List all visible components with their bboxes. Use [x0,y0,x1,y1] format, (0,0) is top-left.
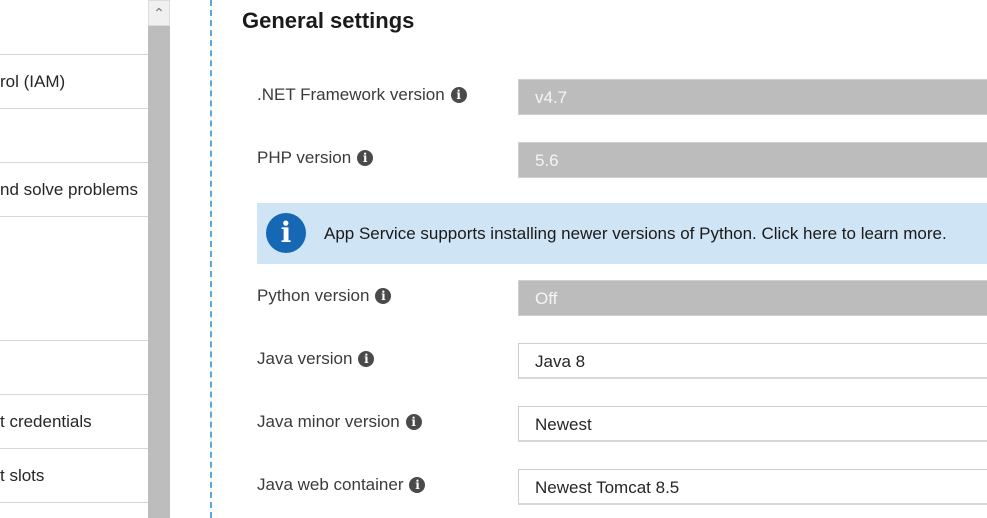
info-circle-icon: i [266,213,306,253]
label-text: Python version [257,286,370,305]
info-icon[interactable]: i [450,87,467,103]
label-text: Java web container [257,475,404,494]
label-text: PHP version [257,148,352,167]
nav-item[interactable] [0,341,148,395]
info-icon[interactable]: i [405,414,422,430]
info-icon[interactable]: i [409,477,426,493]
info-icon[interactable]: i [375,288,392,304]
nav-item-label: t slots [0,465,45,485]
python-info-banner[interactable]: i App Service supports installing newer … [257,203,987,264]
nav-item-label: nd solve problems [0,179,138,199]
scroll-up-button[interactable]: ⌃ [148,0,170,26]
java-version-label: Java version i [257,349,375,369]
java-minor-version-select[interactable]: Newest [518,406,987,442]
nav-item[interactable] [0,0,148,55]
section-title: General settings [242,8,415,33]
nav-item-access-control[interactable]: rol (IAM) [0,55,148,109]
chevron-up-icon: ⌃ [153,5,165,21]
nav-item[interactable] [0,109,148,163]
nav-item-deployment-slots[interactable]: t slots [0,449,148,503]
panel-divider [210,0,212,518]
nav-item-diagnose-solve[interactable]: nd solve problems [0,163,148,217]
label-text: Java minor version [257,412,400,431]
net-framework-select: v4.7 [518,79,987,115]
php-version-label: PHP version i [257,148,374,168]
php-version-select: 5.6 [518,142,987,178]
nav-scrollbar[interactable]: ⌃ [148,0,170,518]
java-web-container-select[interactable]: Newest Tomcat 8.5 [518,469,987,505]
python-version-select: Off [518,280,987,316]
left-nav-menu: rol (IAM) nd solve problems t credential… [0,0,148,518]
java-minor-version-label: Java minor version i [257,412,422,432]
net-framework-label: .NET Framework version i [257,85,467,105]
label-text: Java version [257,349,353,368]
nav-item[interactable] [0,217,148,341]
info-icon[interactable]: i [357,150,374,166]
nav-item-label: rol (IAM) [0,71,66,91]
label-text: .NET Framework version [257,85,445,104]
info-icon[interactable]: i [358,351,375,367]
java-version-select[interactable]: Java 8 [518,343,987,379]
nav-item-deployment-credentials[interactable]: t credentials [0,395,148,449]
nav-item-label: t credentials [0,411,92,431]
banner-text: App Service supports installing newer ve… [324,223,947,243]
java-web-container-label: Java web container i [257,475,426,495]
python-version-label: Python version i [257,286,392,306]
